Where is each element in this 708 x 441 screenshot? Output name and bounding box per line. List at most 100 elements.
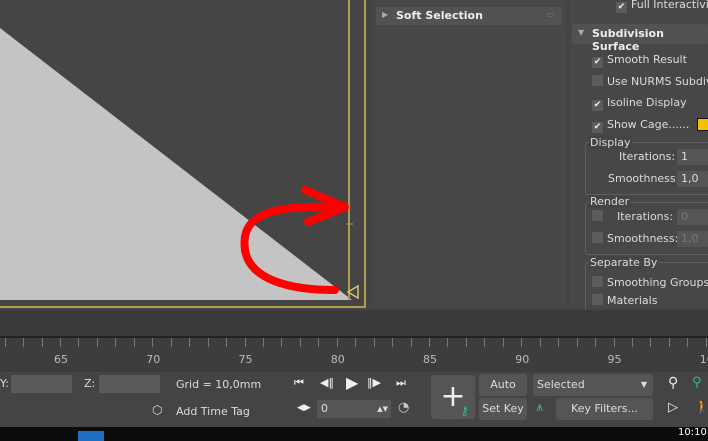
auto-key-button[interactable]: Auto Key	[479, 374, 527, 413]
timeline-tick	[631, 338, 633, 347]
timeline-tick	[60, 338, 61, 347]
add-time-tag-button[interactable]: Add Time Tag	[176, 405, 250, 418]
timeline-tick	[336, 338, 338, 347]
timeline-tick	[244, 338, 246, 347]
windows-start-icon[interactable]	[78, 431, 104, 441]
goto-end-icon[interactable]: ⏭	[396, 376, 406, 390]
zoom-all-icon[interactable]: ⚲	[692, 375, 702, 390]
timeline-tick	[152, 338, 154, 347]
timeline-tick	[576, 338, 578, 347]
timeline-tick	[281, 338, 283, 347]
timeline-tick-label: 85	[423, 353, 437, 366]
timeline-tick	[189, 338, 191, 347]
previous-frame-icon[interactable]: ◀‖	[320, 376, 334, 389]
checkbox-isoline-display[interactable]: ✔ Isoline Display	[592, 95, 687, 111]
viewport[interactable]	[0, 0, 366, 308]
checkbox-smoothing-groups[interactable]: Smoothing Groups	[592, 275, 708, 291]
field-of-view-icon[interactable]: ▷	[668, 400, 678, 415]
timeline-tick-label: 90	[515, 353, 530, 366]
render-smoothness-checkbox[interactable]: Smoothness:	[592, 231, 678, 247]
current-frame-spinner[interactable]: 0 ▲▼	[317, 400, 391, 418]
timeline-tick	[613, 338, 615, 347]
checkbox-smooth-result[interactable]: ✔ Smooth Result	[592, 52, 687, 68]
timeline-tick	[355, 338, 357, 347]
cage-color-swatch[interactable]	[697, 118, 708, 131]
timeline-tick	[539, 338, 541, 347]
goto-start-icon[interactable]: ⏮	[294, 376, 304, 390]
mesh-face	[0, 28, 352, 300]
timeline-tick-label: 75	[238, 353, 253, 366]
timeline-tick	[226, 338, 228, 347]
timeline-tick	[521, 338, 523, 347]
timeline-tick	[115, 338, 117, 347]
time-config-icon[interactable]: ◔	[398, 400, 409, 415]
timeline-tick-label: 95	[607, 353, 622, 366]
render-smoothness-spinner[interactable]: 1,0	[677, 231, 708, 247]
y-coordinate-field[interactable]	[11, 375, 72, 393]
checkbox-show-cage[interactable]: ✔ Show Cage......	[592, 117, 689, 133]
display-iterations-spinner[interactable]: 1	[677, 149, 708, 165]
timeline-tick	[705, 338, 707, 347]
display-smoothness-spinner[interactable]: 1,0	[677, 171, 708, 187]
timeline-tick	[392, 338, 394, 347]
grid-size: Grid = 10,0mm	[176, 378, 262, 391]
timeline-tick-label: 65	[54, 353, 68, 366]
zoom-icon[interactable]: ⚲	[668, 375, 678, 391]
timeline-tick-label: 80	[330, 353, 345, 366]
rollout-soft-selection[interactable]: ▶ Soft Selection ▭	[376, 7, 562, 25]
rollout-subdivision-surface[interactable]: ▼ Subdivision Surface	[572, 24, 708, 53]
timeline-tick	[502, 338, 504, 347]
time-tag-icon: ⬡	[152, 403, 163, 417]
group-label: Display	[589, 136, 632, 149]
key-set-dropdown[interactable]: Selected ▼	[533, 374, 653, 396]
expand-arrow-icon: ▶	[382, 10, 389, 19]
taskbar: 10:10	[0, 427, 708, 441]
timeline-tick	[447, 338, 449, 347]
timeline-tick	[96, 338, 98, 347]
clock: 10:10	[678, 427, 707, 438]
timeline-tick	[299, 338, 301, 347]
y-label: Y:	[0, 377, 9, 390]
timeline-tick	[318, 338, 320, 347]
rollout-title: Soft Selection	[396, 9, 483, 22]
checkbox-materials[interactable]: Materials	[592, 293, 657, 309]
key-tangent-icon[interactable]: ⩚	[536, 400, 543, 415]
timeline-tick-label: 70	[146, 353, 161, 366]
render-iterations-checkbox[interactable]: Iterations:	[592, 209, 673, 225]
timeline-tick	[41, 338, 43, 347]
walkthrough-icon[interactable]: 🚶	[694, 400, 708, 415]
collapse-arrow-icon: ▼	[578, 28, 585, 37]
key-filters-button[interactable]: Key Filters...	[556, 398, 653, 420]
timeline-tick	[429, 338, 430, 347]
timeline-tick	[23, 338, 25, 347]
viewport-canvas	[0, 0, 359, 300]
timeline-tick	[262, 338, 264, 347]
play-icon[interactable]: ▶	[346, 373, 358, 392]
z-coordinate-field[interactable]	[99, 375, 160, 393]
timeline-tick-label: 100	[699, 353, 708, 366]
status-toolbar: Y: Z: Grid = 10,0mm ⬡ Add Time Tag ⏮ ◀‖ …	[0, 372, 708, 427]
render-iterations-spinner[interactable]: 0	[677, 209, 708, 225]
timeline-tick	[133, 338, 135, 347]
timeline-tick	[170, 338, 172, 347]
group-label: Separate By	[589, 256, 659, 269]
timeline-tick	[484, 338, 486, 347]
timeline-tick	[465, 338, 467, 347]
checkbox-use-nurms[interactable]: Use NURMS Subdivis	[592, 74, 708, 90]
label: Iterations:	[619, 150, 676, 163]
timeline-tick	[207, 338, 209, 347]
timeline-tick	[373, 338, 375, 347]
set-keys-button[interactable]: + ⚷	[431, 375, 475, 419]
timeline-tick	[4, 338, 6, 347]
timeline-tick	[78, 338, 80, 347]
next-frame-icon[interactable]: ‖▶	[367, 376, 381, 389]
key-mode-icon[interactable]: ◀▶	[297, 403, 311, 413]
timeline-tick	[668, 338, 670, 347]
timeline-tick	[687, 338, 689, 347]
set-key-button[interactable]: Set Key	[479, 398, 527, 420]
z-label: Z:	[84, 377, 96, 390]
timeline-tick	[410, 338, 412, 347]
timeline-ruler[interactable]: 65 70 75 80 85 90 95 100	[0, 336, 708, 372]
checkbox-full-interactivity[interactable]: ✔Full Interactivity	[616, 0, 708, 13]
timeline-tick	[558, 338, 560, 347]
